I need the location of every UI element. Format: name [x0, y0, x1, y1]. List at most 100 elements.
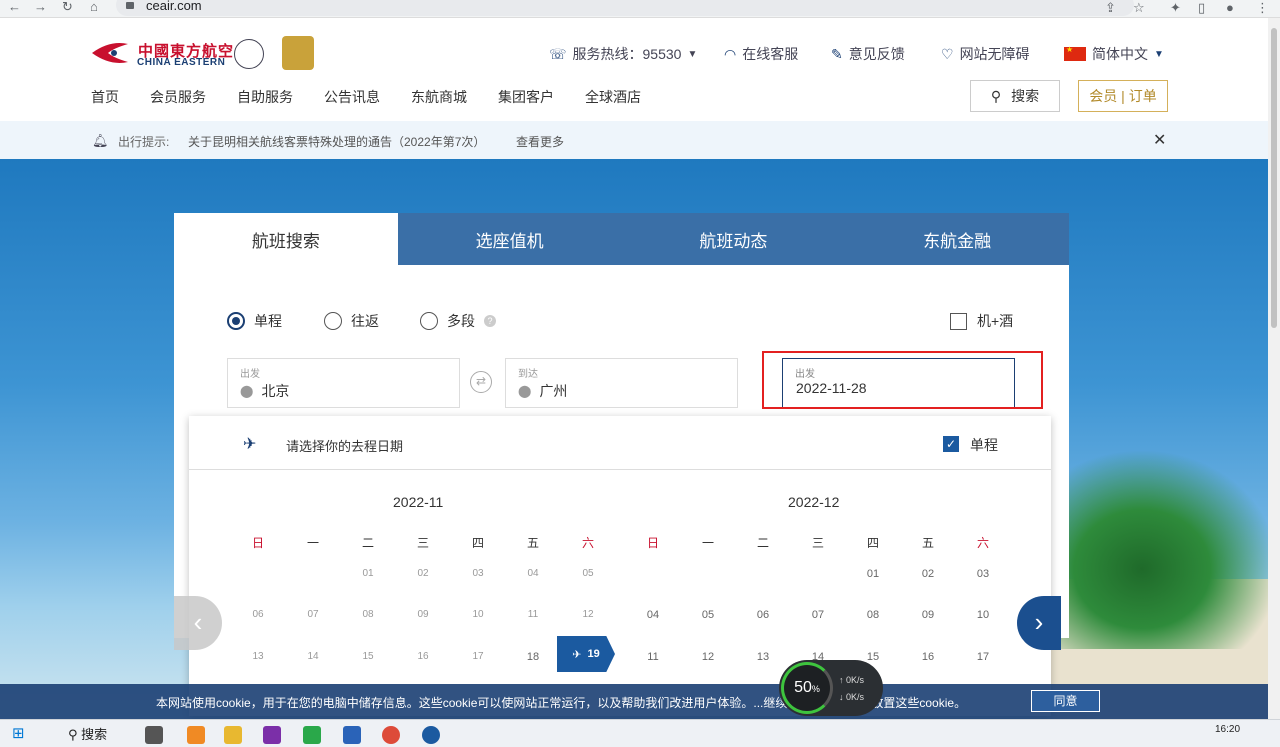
tab-flight-status[interactable]: 航班动态 — [622, 213, 846, 265]
origin-field[interactable]: 出发 ⬤ 北京 — [227, 358, 460, 408]
calendar-day[interactable]: 03 — [968, 568, 998, 580]
home-icon[interactable]: ⌂ — [90, 0, 98, 14]
notice-link[interactable]: 关于昆明相关航线客票特殊处理的通告（2022年第7次） — [188, 133, 485, 150]
award-badge-icon — [282, 36, 314, 70]
extensions-icon[interactable]: ✦ — [1170, 0, 1181, 16]
back-icon[interactable]: ← — [8, 0, 21, 14]
calendar-day[interactable]: 16 — [408, 651, 438, 662]
calendar-day[interactable]: 08 — [858, 609, 888, 621]
radio-icon — [324, 312, 342, 330]
language-select[interactable]: 简体中文 ▼ — [1064, 44, 1164, 64]
browser-chrome: ← → ↻ ⌂ ceair.com ⇪ ☆ ✦ ▯ ● ⋮ — [0, 0, 1280, 18]
nav-mall[interactable]: 东航商城 — [411, 87, 467, 107]
close-icon[interactable]: ✕ — [1153, 130, 1166, 150]
notepad-icon[interactable] — [343, 726, 361, 744]
online-service-link[interactable]: ◠ 在线客服 — [724, 44, 798, 64]
calendar-day[interactable]: 12 — [693, 651, 723, 663]
selected-date[interactable]: ✈ 19 — [557, 636, 615, 672]
calendar-day[interactable]: 13 — [748, 651, 778, 663]
windows-start-icon[interactable]: ⊞ — [12, 724, 25, 742]
plane-icon: ✈ — [572, 648, 582, 661]
calendar-day[interactable]: 17 — [463, 651, 493, 662]
tab-finance[interactable]: 东航金融 — [845, 213, 1069, 265]
calendar-day[interactable]: 03 — [463, 568, 493, 579]
speed-gauge: 50% — [781, 662, 833, 714]
multicity-radio[interactable]: 多段 ? — [420, 311, 496, 331]
nav-corporate[interactable]: 集团客户 — [498, 87, 554, 107]
weather-icon[interactable] — [187, 726, 205, 744]
calendar-day[interactable]: 02 — [408, 568, 438, 579]
calendar-day[interactable]: 16 — [913, 651, 943, 663]
network-speed-widget: 50% ↑ 0K/s ↓ 0K/s — [779, 660, 883, 716]
clock[interactable]: 16:20 — [1215, 724, 1240, 735]
weekday-label: 四 — [471, 536, 484, 550]
calendar-day[interactable]: 07 — [803, 609, 833, 621]
swap-icon[interactable]: ⇄ — [470, 371, 492, 393]
star-icon[interactable]: ☆ — [1133, 0, 1145, 16]
app-icon[interactable] — [422, 726, 440, 744]
reload-icon[interactable]: ↻ — [62, 0, 73, 14]
calendar-day[interactable]: 09 — [913, 609, 943, 621]
calendar-day[interactable]: 12 — [573, 609, 603, 620]
chrome-icon[interactable] — [382, 726, 400, 744]
calendar-day[interactable]: 06 — [748, 609, 778, 621]
nav-hotels[interactable]: 全球酒店 — [585, 87, 641, 107]
taskview-icon[interactable] — [145, 726, 163, 744]
calendar-day[interactable]: 10 — [463, 609, 493, 620]
search-button[interactable]: ⚲ 搜索 — [970, 80, 1060, 112]
forward-icon[interactable]: → — [34, 0, 47, 14]
calendar-day[interactable]: 15 — [353, 651, 383, 662]
nav-home[interactable]: 首页 — [91, 87, 119, 107]
weekday-label: 一 — [306, 536, 319, 550]
calendar-day[interactable]: 11 — [518, 609, 548, 620]
calendar-day[interactable]: 10 — [968, 609, 998, 621]
roundtrip-radio[interactable]: 往返 — [324, 311, 379, 331]
calendar-day[interactable]: 01 — [858, 568, 888, 580]
calendar-day[interactable]: 05 — [693, 609, 723, 621]
profile-icon[interactable]: ● — [1226, 0, 1234, 15]
calendar-day[interactable]: 04 — [518, 568, 548, 579]
feedback-link[interactable]: ✎ 意见反馈 — [831, 44, 905, 64]
calendar-day[interactable]: 01 — [353, 568, 383, 579]
china-eastern-logo-icon[interactable] — [90, 38, 130, 68]
destination-field[interactable]: 到达 ⬤ 广州 — [505, 358, 738, 408]
sidepanel-icon[interactable]: ▯ — [1198, 0, 1205, 16]
calendar-day[interactable]: 14 — [298, 651, 328, 662]
member-order-button[interactable]: 会员 | 订单 — [1078, 80, 1168, 112]
calendar-day[interactable]: 08 — [353, 609, 383, 620]
scrollbar-thumb[interactable] — [1271, 28, 1277, 328]
folder-icon[interactable] — [224, 726, 242, 744]
calendar-day[interactable]: 07 — [298, 609, 328, 620]
hotline[interactable]: ☏ 服务热线：95530 ▼ — [549, 44, 697, 64]
calendar-day[interactable]: 18 — [518, 651, 548, 663]
nav-self-service[interactable]: 自助服务 — [237, 87, 293, 107]
help-icon[interactable]: ? — [484, 315, 496, 327]
page-scrollbar[interactable] — [1268, 18, 1280, 719]
calendar-day[interactable]: 04 — [638, 609, 668, 621]
agree-button[interactable]: 同意 — [1031, 690, 1100, 712]
share-icon[interactable]: ⇪ — [1105, 0, 1116, 16]
view-more-link[interactable]: 查看更多 — [516, 133, 564, 150]
taskbar-search[interactable]: ⚲ 搜索 — [68, 724, 107, 743]
calendar-day[interactable]: 05 — [573, 568, 603, 579]
nav-notices[interactable]: 公告讯息 — [324, 87, 380, 107]
accessibility-link[interactable]: ♡ 网站无障碍 — [941, 44, 1030, 64]
oneway-checkbox[interactable]: ✓ — [943, 436, 959, 452]
calendar-day[interactable]: 11 — [638, 651, 668, 663]
menu-icon[interactable]: ⋮ — [1256, 0, 1269, 16]
date-picker: ✈ 请选择你的去程日期 ✓ 单程 2022-11 2022-12 ✈ 19 日 一… — [189, 416, 1051, 716]
tab-flight-search[interactable]: 航班搜索 — [174, 213, 398, 265]
chevron-down-icon: ▼ — [687, 48, 698, 60]
calendar-day[interactable]: 02 — [913, 568, 943, 580]
calendar-day[interactable]: 09 — [408, 609, 438, 620]
onenote-icon[interactable] — [263, 726, 281, 744]
address-bar[interactable]: ceair.com — [116, 0, 1134, 16]
flight-hotel-checkbox[interactable]: 机+酒 — [950, 311, 1013, 331]
calendar-day[interactable]: 06 — [243, 609, 273, 620]
nav-member[interactable]: 会员服务 — [150, 87, 206, 107]
wechat-icon[interactable] — [303, 726, 321, 744]
calendar-day[interactable]: 13 — [243, 651, 273, 662]
tab-seat-checkin[interactable]: 选座值机 — [398, 213, 622, 265]
oneway-radio[interactable]: 单程 — [227, 311, 282, 331]
calendar-day[interactable]: 17 — [968, 651, 998, 663]
